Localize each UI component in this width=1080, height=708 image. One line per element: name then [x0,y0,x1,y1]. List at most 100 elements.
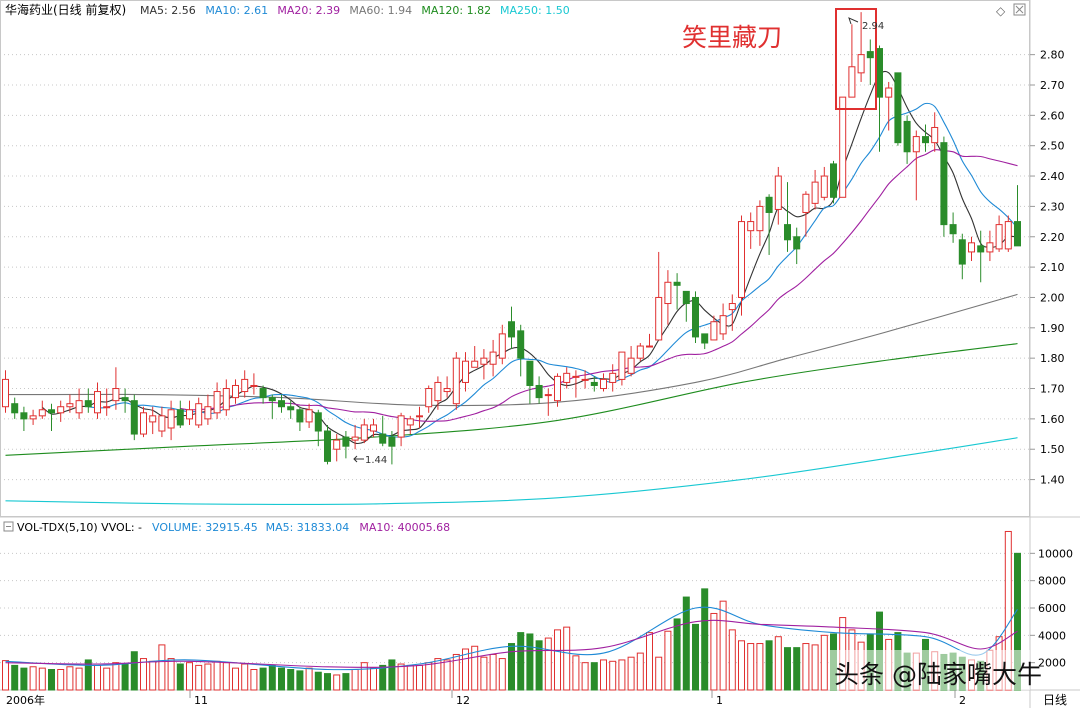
ma-legend-item: MA10: 2.61 [205,4,268,17]
volume-bar [765,640,773,691]
price-tick-label: 2.00 [1040,291,1065,304]
volume-bar [728,629,736,691]
price-tick-label: 2.30 [1040,200,1065,213]
price-tick-label: 2.50 [1040,140,1065,153]
price-tick-label: 1.60 [1040,413,1065,426]
volume-bar [590,662,598,691]
candle [692,291,699,343]
candle [443,376,451,398]
volume-bar [130,651,138,691]
annotation-text: 笑里藏刀 [682,23,782,52]
volume-bar [636,652,644,691]
volume-bar [572,655,580,691]
candle [784,182,791,252]
candle [756,200,764,246]
period-button[interactable]: 日线 [1043,693,1067,707]
volume-tick-label: 6000 [1038,602,1066,615]
candle [222,379,230,416]
volume-bar [802,643,810,691]
ma-line-ma120 [5,343,1018,456]
volume-bar [296,670,304,691]
candle [894,72,902,146]
volume-bar [554,629,561,691]
volume-bar [38,667,46,691]
candle [462,352,469,392]
volume-bar [342,673,350,691]
volume-settings-icon[interactable] [3,521,14,532]
volume-tick-label: 2000 [1038,657,1066,670]
price-tick-label: 2.10 [1040,261,1065,274]
volume-bar [287,669,295,691]
candle [333,434,341,462]
candle [471,346,479,368]
candle [903,115,911,164]
volume-bar [232,667,239,691]
volume-bar [370,667,377,691]
candle [84,388,92,413]
ma-line-ma20 [180,149,1018,422]
volume-tick-label: 4000 [1038,629,1066,642]
candle [360,418,368,444]
volume-bar [250,669,258,691]
volume-bar [544,637,552,691]
candle [296,406,304,432]
candle [425,385,433,413]
volume-bar [48,669,55,691]
candle [986,230,994,262]
price-tick-label: 1.50 [1040,443,1065,456]
volume-indicator-label: VOL-TDX(5,10) VVOL: - [17,521,142,534]
candle [351,424,359,450]
candle [802,191,810,237]
volume-bar [112,662,120,691]
candle [600,373,607,392]
high-price-label: 2.94 [862,21,884,32]
diamond-icon[interactable]: ◇ [996,4,1006,18]
ma-legend-item: MA60: 1.94 [349,4,412,17]
x-axis: 2006年 11 12 1 2 [6,690,966,707]
volume-bar [673,618,681,691]
x-tick-label: 12 [456,694,470,707]
volume-bar [811,644,819,691]
volume-bar [618,659,626,691]
volume-legend-item: MA10: 40005.68 [359,521,450,534]
chart-canvas: 华海药业(日线 前复权) MA5: 2.56 MA10: 2.61 MA20: 2.… [0,0,1080,708]
price-tick-label: 1.70 [1040,383,1065,396]
candle [673,273,681,310]
x-tick-label: 2006年 [6,693,45,707]
x-tick-label: 2 [959,694,966,707]
candle [498,324,506,365]
candle [268,394,276,419]
candle [186,400,193,425]
volume-bar [710,612,718,691]
candle [848,24,856,98]
close-panel-icon[interactable] [1013,3,1026,16]
volume-bar [784,647,791,691]
candle [839,96,847,198]
candle [434,376,442,410]
candle [57,400,65,422]
volume-bar [158,644,166,691]
volume-legend-item: VOLUME: 32915.45 [152,521,258,534]
volume-bar [526,633,534,691]
candle [94,382,101,419]
low-price-marker: 1.44 [353,455,387,466]
candle [876,45,883,152]
ma-legend: MA5: 2.56 MA10: 2.61 MA20: 2.39 MA60: 1.94 M… [140,4,570,17]
volume-bar [351,669,359,691]
volume-bar [140,658,147,691]
ma-legend-item: MA20: 2.39 [277,4,340,17]
candle [646,333,653,348]
candle [20,406,28,432]
volume-bar [149,660,157,691]
candle [544,388,552,416]
volume-bar [774,636,782,691]
candle [232,379,239,404]
price-tick-label: 2.80 [1040,49,1065,62]
candle [204,394,212,425]
candle [508,306,515,350]
candle [489,339,497,377]
candle [1004,215,1012,252]
x-tick-label: 11 [194,694,208,707]
candle [241,370,249,398]
candle [747,212,755,249]
